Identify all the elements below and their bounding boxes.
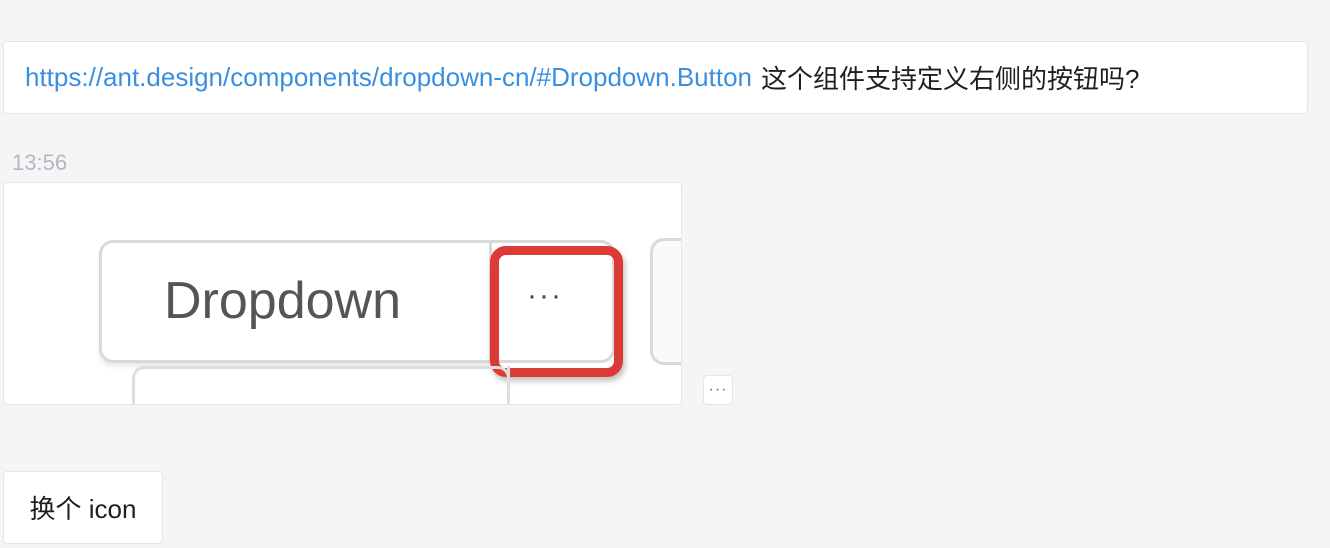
message-bubble: 换个 icon (3, 471, 163, 544)
message-text: 这个组件支持定义右侧的按钮吗? (761, 64, 1140, 94)
divider (507, 366, 510, 404)
adjacent-button-edge (650, 238, 681, 365)
dropdown-button-label: Dropdown (164, 272, 402, 330)
more-actions-button[interactable]: ··· (703, 375, 733, 405)
message-link[interactable]: https://ant.design/components/dropdown-c… (25, 62, 752, 93)
image-message[interactable]: Dropdown ··· (3, 182, 682, 405)
ellipsis-icon: ··· (708, 381, 728, 398)
dropdown-menu-edge (132, 366, 510, 404)
message-bubble: https://ant.design/components/dropdown-c… (3, 41, 1308, 114)
message-text: 换个 icon (29, 494, 137, 524)
message-timestamp: 13:56 (12, 150, 68, 175)
highlight-box (490, 246, 623, 377)
